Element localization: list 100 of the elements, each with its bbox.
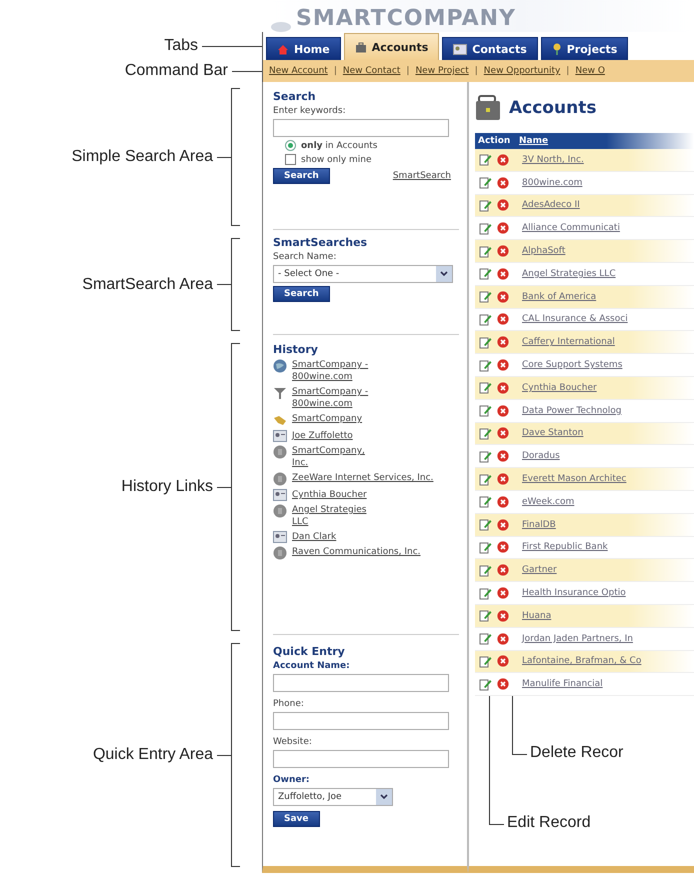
history-link[interactable]: Joe Zuffoletto — [292, 430, 378, 442]
keywords-field[interactable] — [273, 119, 449, 137]
command-link[interactable]: New O — [575, 66, 605, 76]
delete-icon[interactable] — [497, 154, 509, 166]
edit-icon[interactable] — [479, 404, 492, 418]
delete-icon[interactable] — [497, 245, 509, 258]
edit-icon[interactable] — [479, 586, 492, 600]
delete-icon[interactable] — [497, 336, 509, 348]
delete-icon[interactable] — [497, 176, 509, 189]
edit-icon[interactable] — [479, 244, 492, 258]
text-field[interactable] — [273, 712, 449, 730]
nav-tab[interactable]: Projects — [540, 37, 628, 60]
checkbox[interactable] — [285, 154, 296, 165]
edit-icon[interactable] — [479, 312, 492, 326]
history-link[interactable]: Dan Clark — [292, 531, 378, 543]
edit-icon[interactable] — [479, 358, 492, 372]
history-link[interactable]: Cynthia Boucher — [292, 489, 378, 501]
account-link[interactable]: Cynthia Boucher — [522, 382, 597, 393]
delete-icon[interactable] — [497, 404, 509, 417]
history-link[interactable]: Raven Communications, Inc. — [292, 546, 442, 558]
account-link[interactable]: 800wine.com — [522, 178, 582, 188]
edit-icon[interactable] — [479, 495, 492, 508]
command-link[interactable]: New Opportunity — [484, 66, 560, 76]
history-link[interactable]: SmartCompany - 800wine.com — [292, 386, 378, 410]
delete-icon[interactable] — [497, 564, 509, 576]
edit-icon[interactable] — [479, 540, 492, 554]
edit-icon[interactable] — [479, 336, 492, 349]
delete-icon[interactable] — [497, 268, 509, 280]
account-link[interactable]: FinalDB — [522, 520, 556, 530]
account-link[interactable]: 3V North, Inc. — [522, 154, 584, 165]
radio-button[interactable] — [285, 140, 296, 151]
search-button[interactable]: Search — [273, 286, 330, 302]
command-link[interactable]: New Project — [415, 66, 469, 76]
account-link[interactable]: Data Power Technolog — [522, 406, 622, 416]
account-link[interactable]: Doradus — [522, 451, 560, 462]
delete-icon[interactable] — [497, 678, 509, 690]
account-link[interactable]: Alliance Communicati — [522, 223, 620, 234]
history-link[interactable]: SmartCompany — [292, 413, 378, 425]
account-link[interactable]: Core Support Systems — [522, 360, 622, 370]
text-field[interactable] — [273, 750, 449, 768]
account-link[interactable]: CAL Insurance & Associ — [522, 314, 628, 324]
edit-icon[interactable] — [479, 564, 492, 577]
edit-icon[interactable] — [479, 654, 492, 668]
command-link[interactable]: New Contact — [342, 66, 400, 76]
delete-icon[interactable] — [497, 359, 509, 372]
search-name-dropdown[interactable]: - Select One - — [273, 265, 453, 283]
account-link[interactable]: Huana — [522, 610, 552, 621]
edit-icon[interactable] — [479, 632, 492, 646]
edit-icon[interactable] — [479, 678, 492, 691]
account-link[interactable]: Health Insurance Optio — [522, 588, 626, 598]
account-link[interactable]: Gartner — [522, 565, 557, 576]
account-link[interactable]: Dave Stanton — [522, 428, 584, 438]
account-link[interactable]: Bank of America — [522, 292, 596, 302]
edit-icon[interactable] — [479, 381, 492, 394]
edit-icon[interactable] — [479, 153, 492, 166]
delete-icon[interactable] — [497, 632, 509, 645]
delete-icon[interactable] — [497, 587, 509, 600]
edit-icon[interactable] — [479, 176, 492, 190]
nav-tab[interactable]: Home — [266, 37, 341, 60]
account-link[interactable]: Caffery International — [522, 337, 615, 348]
edit-icon[interactable] — [479, 472, 492, 486]
edit-icon[interactable] — [479, 450, 492, 463]
delete-icon[interactable] — [497, 610, 509, 622]
delete-icon[interactable] — [497, 541, 509, 554]
save-button[interactable]: Save — [273, 811, 320, 827]
account-link[interactable]: AdesAdeco II — [522, 200, 580, 210]
history-link[interactable]: SmartCompany - 800wine.com — [292, 359, 378, 383]
edit-icon[interactable] — [479, 222, 492, 235]
edit-icon[interactable] — [479, 426, 492, 440]
account-link[interactable]: eWeek.com — [522, 496, 574, 507]
history-link[interactable]: SmartCompany, Inc. — [292, 445, 378, 469]
edit-icon[interactable] — [479, 267, 492, 280]
nav-tab[interactable]: Accounts — [344, 33, 440, 60]
command-link[interactable]: New Account — [269, 66, 328, 76]
account-link[interactable]: Everett Mason Architec — [522, 474, 626, 484]
account-link[interactable]: Manulife Financial — [522, 679, 603, 690]
edit-icon[interactable] — [479, 609, 492, 622]
nav-tab[interactable]: Contacts — [442, 37, 538, 60]
edit-icon[interactable] — [479, 198, 492, 212]
delete-icon[interactable] — [497, 518, 509, 531]
delete-icon[interactable] — [497, 496, 509, 508]
delete-icon[interactable] — [497, 313, 509, 326]
account-link[interactable]: AlphaSoft — [522, 246, 566, 256]
delete-icon[interactable] — [497, 427, 509, 440]
smartsearch-link[interactable]: SmartSearch — [392, 171, 451, 181]
delete-icon[interactable] — [497, 290, 509, 303]
delete-icon[interactable] — [497, 655, 509, 668]
account-link[interactable]: First Republic Bank — [522, 542, 608, 552]
text-field[interactable] — [273, 674, 449, 692]
history-link[interactable]: Angel Strategies LLC — [292, 504, 378, 528]
delete-icon[interactable] — [497, 382, 509, 394]
owner-dropdown[interactable]: Zuffoletto, Joe — [273, 788, 393, 806]
history-link[interactable]: ZeeWare Internet Services, Inc. — [292, 472, 442, 484]
delete-icon[interactable] — [497, 222, 509, 234]
delete-icon[interactable] — [497, 473, 509, 486]
account-link[interactable]: Lafontaine, Brafman, & Co — [522, 656, 642, 666]
edit-icon[interactable] — [479, 290, 492, 304]
edit-icon[interactable] — [479, 518, 492, 532]
delete-icon[interactable] — [497, 450, 509, 462]
search-button[interactable]: Search — [273, 168, 330, 184]
